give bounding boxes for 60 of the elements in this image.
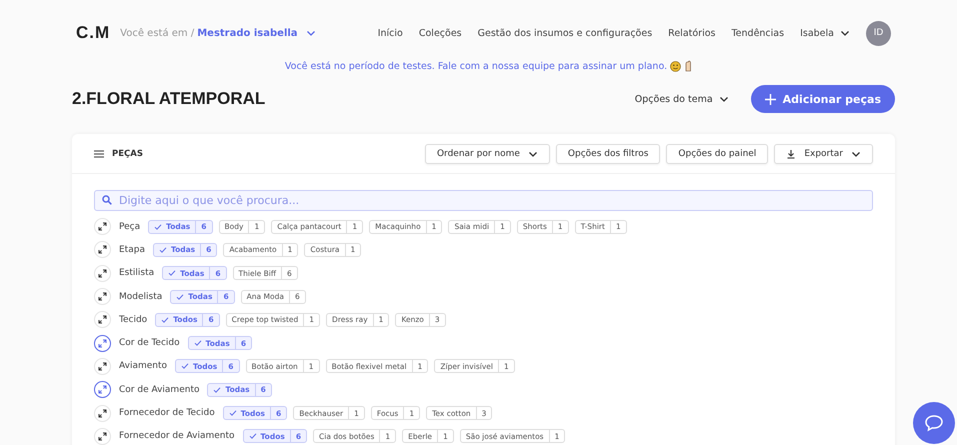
menu-icon[interactable]	[94, 150, 104, 158]
chevron-down-icon	[306, 28, 316, 38]
nav-link[interactable]: Relatórios	[668, 28, 716, 38]
toolbar-button[interactable]: Exportar	[774, 144, 873, 164]
expand-icon	[98, 315, 107, 324]
check-icon	[228, 409, 237, 418]
workspace-selector[interactable]: Mestrado isabella	[197, 28, 298, 38]
smiley-icon	[670, 60, 682, 72]
logo[interactable]: C.M	[76, 23, 110, 43]
filter-label: Aviamento	[119, 361, 168, 372]
nav-link[interactable]: Gestão dos insumos e configurações	[478, 28, 652, 38]
chat-button[interactable]	[913, 402, 955, 444]
toolbar-button[interactable]: Opções do painel	[666, 144, 768, 164]
check-icon	[168, 269, 176, 278]
expand-icon	[98, 245, 107, 254]
filter-label: Fornecedor de Tecido	[119, 408, 215, 418]
expand-icon	[98, 362, 107, 371]
chat-icon	[924, 414, 944, 432]
nav-link[interactable]: Início	[378, 28, 403, 38]
check-icon	[161, 316, 170, 324]
expand-icon	[98, 268, 107, 278]
check-icon	[248, 432, 257, 440]
filter-label: Estilista	[119, 268, 154, 278]
user-menu[interactable]: Isabela	[800, 28, 834, 38]
expand-icon	[98, 338, 107, 348]
check-icon	[194, 339, 202, 348]
check-icon	[181, 362, 190, 370]
check-icon	[158, 246, 167, 254]
trial-message: Você está no período de testes. Fale com a nossa equipe para assinar um plano.	[284, 60, 668, 72]
chevron-down-icon	[718, 94, 729, 104]
check-icon	[176, 292, 184, 301]
filter-label: Modelista	[119, 292, 162, 302]
chevron-down-icon	[840, 28, 850, 38]
expand-icon	[98, 385, 107, 394]
expand-icon	[98, 408, 107, 418]
filter-label: Tecido	[119, 314, 148, 325]
toolbar-button[interactable]: Ordenar por nome	[424, 144, 550, 164]
download-icon	[786, 148, 796, 158]
expand-icon	[98, 222, 107, 232]
check-icon	[213, 386, 222, 394]
breadcrumb-label: Você está em /	[120, 28, 194, 38]
expand-icon	[98, 292, 107, 302]
hand-icon	[684, 60, 692, 72]
expand-icon	[98, 432, 107, 441]
add-button[interactable]: Adicionar peças	[750, 85, 895, 113]
filter-label: Cor de Tecido	[119, 338, 180, 348]
panel-title: PEÇAS	[112, 148, 143, 158]
filter-label: Fornecedor de Aviamento	[119, 431, 235, 442]
plus-icon	[764, 94, 776, 104]
filter-label: Etapa	[119, 244, 145, 255]
check-icon	[154, 222, 162, 231]
filter-label: Cor de Aviamento	[119, 384, 200, 395]
search-field[interactable]: Digite aqui o que você procura...	[94, 190, 873, 211]
filter-label: Peça	[119, 222, 140, 232]
nav-link[interactable]: Tendências	[731, 28, 784, 38]
theme-options-button[interactable]: Opções do tema	[628, 92, 735, 106]
page-title: 2.FLORAL ATEMPORAL	[72, 89, 266, 109]
toolbar-button[interactable]: Opções dos filtros	[556, 144, 660, 164]
nav-link[interactable]: Coleções	[418, 28, 462, 38]
search-icon	[102, 195, 112, 205]
